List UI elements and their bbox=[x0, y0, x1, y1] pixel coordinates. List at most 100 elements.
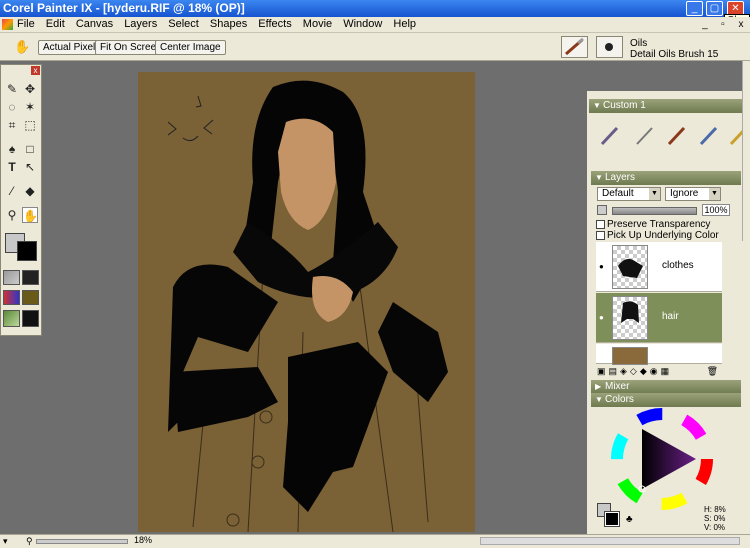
menu-effects[interactable]: Effects bbox=[254, 17, 295, 31]
custom-palette-title: Custom 1 bbox=[603, 100, 646, 111]
dropper-tool-icon[interactable]: ✥ bbox=[22, 81, 38, 97]
menu-canvas[interactable]: Canvas bbox=[72, 17, 117, 31]
document-canvas[interactable] bbox=[138, 72, 475, 532]
panel-scrollbar[interactable] bbox=[742, 61, 750, 241]
zoom-value: 18% bbox=[134, 535, 153, 545]
color-wheel[interactable] bbox=[610, 407, 714, 511]
pick-up-underlying-checkbox[interactable]: Pick Up Underlying Color bbox=[596, 230, 719, 241]
menu-file[interactable]: File bbox=[13, 17, 39, 31]
maximize-button[interactable]: ▢ bbox=[706, 1, 723, 16]
clone-color-icon[interactable]: ♣ bbox=[626, 514, 633, 525]
text-tool-icon[interactable]: T bbox=[4, 159, 20, 175]
opacity-icon bbox=[597, 205, 607, 215]
paint-bucket-icon[interactable]: ◆ bbox=[22, 183, 38, 199]
opacity-value[interactable]: 100% bbox=[702, 204, 730, 216]
gradient-selector[interactable] bbox=[3, 290, 20, 305]
menu-select[interactable]: Select bbox=[164, 17, 203, 31]
eye-icon[interactable]: ● bbox=[599, 262, 604, 271]
layers-panel-header[interactable]: ▼ Layers bbox=[591, 171, 741, 185]
collapse-arrow-icon[interactable]: ▼ bbox=[595, 171, 603, 185]
eye-icon[interactable]: ● bbox=[599, 313, 604, 322]
colors-panel-title: Colors bbox=[605, 394, 634, 405]
layer-row-canvas[interactable] bbox=[596, 344, 722, 365]
doc-close-button[interactable]: x bbox=[734, 19, 748, 32]
doc-minimize-button[interactable]: _ bbox=[698, 19, 712, 32]
layer-thumbnail bbox=[612, 245, 648, 289]
toolbox-close-button[interactable]: x bbox=[31, 66, 40, 75]
additional-color-chip[interactable] bbox=[604, 511, 620, 527]
minimize-button[interactable]: _ bbox=[686, 1, 703, 16]
checkbox-box[interactable] bbox=[596, 230, 605, 240]
collapse-arrow-icon[interactable]: ▼ bbox=[595, 393, 603, 407]
menubar: File Edit Canvas Layers Select Shapes Ef… bbox=[0, 17, 750, 33]
collapse-arrow-icon[interactable]: ▼ bbox=[593, 99, 601, 113]
opacity-slider[interactable] bbox=[612, 207, 697, 215]
horizontal-scrollbar[interactable] bbox=[480, 537, 740, 545]
chevron-down-icon: ▼ bbox=[709, 188, 720, 200]
paper-selector[interactable] bbox=[3, 270, 20, 285]
brush-dab-icon bbox=[605, 43, 613, 51]
hsv-readout: H: 8% S: 0% V: 0% bbox=[704, 505, 726, 532]
mixer-panel-title: Mixer bbox=[605, 381, 630, 392]
menu-layers[interactable]: Layers bbox=[120, 17, 161, 31]
menu-edit[interactable]: Edit bbox=[42, 17, 69, 31]
pen-tool-icon[interactable]: ♠ bbox=[4, 141, 20, 157]
brush-tool-icon[interactable]: ✎ bbox=[4, 81, 20, 97]
custom-brush-2-icon[interactable] bbox=[634, 124, 656, 146]
custom-brush-4-icon[interactable] bbox=[698, 124, 720, 146]
doc-restore-button[interactable]: ▫ bbox=[716, 19, 730, 32]
grabber-icon: ✋ bbox=[14, 39, 31, 54]
nozzle-selector[interactable] bbox=[3, 310, 20, 327]
rectangle-tool-icon[interactable]: □ bbox=[22, 141, 38, 157]
brush-category-label: Oils bbox=[630, 38, 648, 49]
window-titlebar: Corel Painter IX - [hyderu.RIF @ 18% (OP… bbox=[0, 0, 750, 17]
brush-category-selector[interactable] bbox=[561, 36, 588, 58]
selection-arrow-icon[interactable]: ↖ bbox=[22, 159, 38, 175]
colors-panel-header[interactable]: ▼ Colors bbox=[591, 393, 741, 407]
custom-brush-1-icon[interactable] bbox=[599, 124, 621, 146]
mixer-panel-header[interactable]: ▶ Mixer bbox=[591, 380, 741, 394]
painter-app-icon[interactable] bbox=[2, 19, 13, 30]
magic-wand-icon[interactable]: ✶ bbox=[22, 99, 38, 115]
menu-window[interactable]: Window bbox=[339, 17, 386, 31]
trash-icon[interactable]: 🗑 bbox=[707, 366, 721, 377]
checkbox-box[interactable] bbox=[596, 219, 605, 229]
zoom-out-icon[interactable]: ▾ bbox=[3, 536, 8, 547]
composite-method-dropdown[interactable]: Default ▼ bbox=[597, 187, 661, 201]
property-bar: ✋ Actual Pixels Fit On Screen Center Ima… bbox=[0, 33, 750, 61]
eyedropper-icon[interactable]: ⁄ bbox=[4, 183, 20, 199]
layer-name: clothes bbox=[662, 260, 694, 271]
menu-help[interactable]: Help bbox=[389, 17, 420, 31]
layer-row-clothes[interactable]: ● clothes bbox=[596, 242, 722, 292]
composite-depth-dropdown[interactable]: Ignore ▼ bbox=[665, 187, 721, 201]
menu-shapes[interactable]: Shapes bbox=[206, 17, 251, 31]
menu-movie[interactable]: Movie bbox=[299, 17, 336, 31]
transform-tool-icon[interactable]: ⬚ bbox=[22, 117, 38, 133]
pattern-selector[interactable] bbox=[22, 270, 39, 285]
value-value: V: 0% bbox=[704, 523, 726, 532]
grabber-tool-icon[interactable]: ✋ bbox=[22, 207, 38, 223]
paintbrush-icon bbox=[565, 37, 584, 56]
layer-row-hair[interactable]: ● hair bbox=[596, 293, 722, 343]
layers-panel-title: Layers bbox=[605, 172, 636, 183]
layer-thumbnail bbox=[612, 296, 648, 340]
expand-arrow-icon[interactable]: ▶ bbox=[595, 380, 601, 394]
preserve-transparency-checkbox[interactable]: Preserve Transparency bbox=[596, 219, 710, 230]
look-selector[interactable] bbox=[22, 310, 39, 327]
preserve-transparency-label: Preserve Transparency bbox=[607, 219, 711, 230]
crop-tool-icon[interactable]: ⌗ bbox=[4, 117, 20, 133]
weaving-selector[interactable] bbox=[22, 290, 39, 305]
layer-command-icon[interactable]: ▣▤◈◇◆◉▦ bbox=[597, 366, 672, 376]
custom-brush-3-icon[interactable] bbox=[666, 124, 688, 146]
pick-up-underlying-label: Pick Up Underlying Color bbox=[607, 230, 719, 241]
magnifier-icon[interactable]: ⚲ bbox=[4, 207, 20, 223]
center-image-button[interactable]: Center Image bbox=[155, 40, 226, 55]
lasso-tool-icon[interactable]: ◌ bbox=[4, 99, 20, 115]
magnifier-small-icon[interactable]: ⚲ bbox=[26, 536, 33, 547]
brush-variant-selector[interactable] bbox=[596, 36, 623, 58]
custom-palette-header[interactable]: ▼ Custom 1 bbox=[589, 99, 750, 113]
hue-value: H: 8% bbox=[704, 505, 726, 514]
window-title: Corel Painter IX - [hyderu.RIF @ 18% (OP… bbox=[3, 1, 245, 15]
zoom-slider[interactable] bbox=[36, 539, 128, 544]
additional-color-swatch[interactable] bbox=[17, 241, 37, 261]
